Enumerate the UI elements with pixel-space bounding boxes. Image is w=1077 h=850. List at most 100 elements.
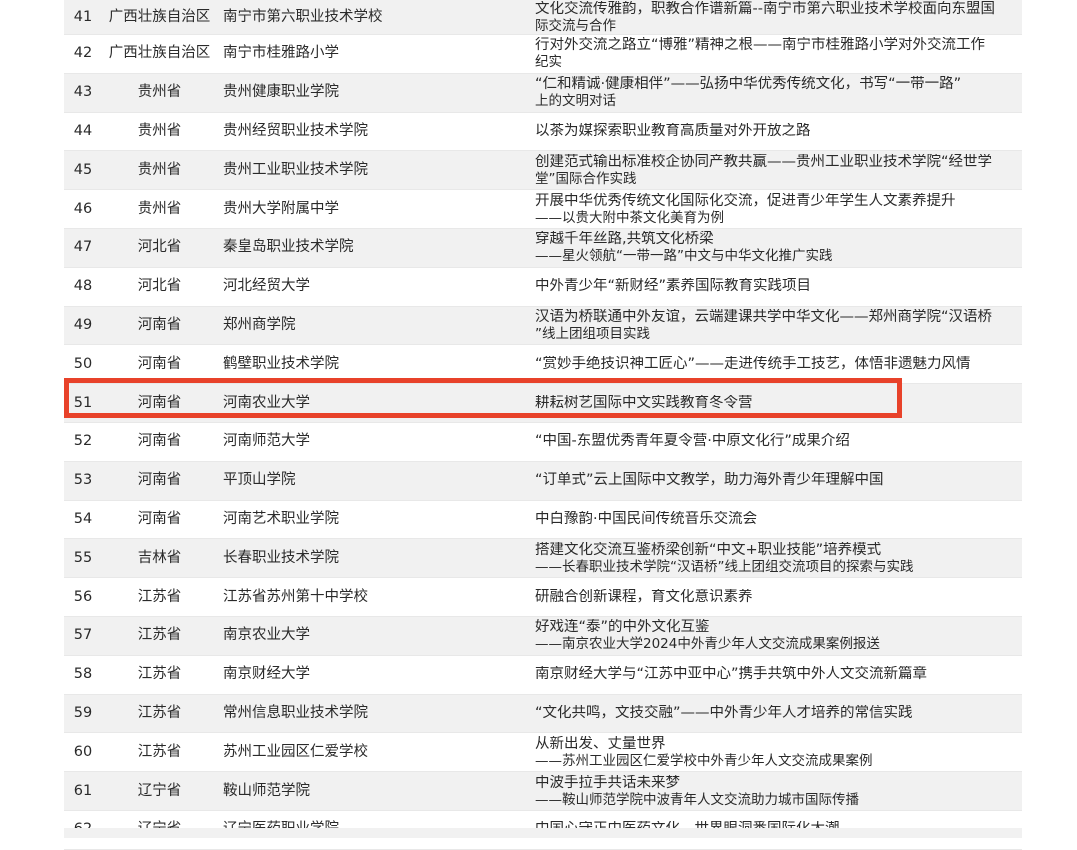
province-cell: 吉林省 bbox=[102, 538, 217, 579]
table-row: 53 河南省 平顶山学院 “订单式”云上国际中文教学，助力海外青少年理解中国 bbox=[64, 461, 1022, 501]
project-cell: 搭建文化交流互鉴桥梁创新“中文+职业技能”培养模式 ——长春职业技术学院“汉语桥”… bbox=[535, 538, 1022, 579]
row-number: 41 bbox=[64, 0, 102, 35]
table-row: 44 贵州省 贵州经贸职业技术学院 以茶为媒探索职业教育高质量对外开放之路 bbox=[64, 112, 1022, 152]
province-cell: 辽宁省 bbox=[102, 771, 217, 811]
project-title-line: 开展中华优秀传统文化国际化交流，促进青少年学生人文素养提升 bbox=[535, 192, 956, 209]
school-cell: 鞍山师范学院 bbox=[217, 771, 535, 811]
project-cell: 文化交流传雅韵，职教合作谱新篇--南宁市第六职业技术学校面向东盟国 际交流与合作 bbox=[535, 0, 1022, 35]
table-row: 45 贵州省 贵州工业职业技术学院 创建范式输出标准校企协同产教共赢——贵州工业职业技… bbox=[64, 150, 1022, 191]
table-row: 56 江苏省 江苏省苏州第十中学校 研融合创新课程，育文化意识素养 bbox=[64, 577, 1022, 617]
row-number: 60 bbox=[64, 732, 102, 773]
province-cell: 河北省 bbox=[102, 228, 217, 268]
project-title-line: “中国-东盟优秀青年夏令营·中原文化行”成果介绍 bbox=[535, 433, 850, 450]
province-cell: 贵州省 bbox=[102, 73, 217, 113]
row-number: 46 bbox=[64, 189, 102, 229]
project-title-line: 南京财经大学与“江苏中亚中心”携手共筑中外人文交流新篇章 bbox=[535, 666, 928, 683]
row-number: 52 bbox=[64, 422, 102, 462]
project-cell: 穿越千年丝路,共筑文化桥梁 ——星火领航“一带一路”中文与中华文化推广实践 bbox=[535, 228, 1022, 268]
project-title-line: 行对外交流之路立“博雅”精神之根——南宁市桂雅路小学对外交流工作 bbox=[535, 37, 986, 54]
row-number: 45 bbox=[64, 150, 102, 191]
school-cell: 河南艺术职业学院 bbox=[217, 500, 535, 540]
project-title-line: 研融合创新课程，育文化意识素养 bbox=[535, 588, 753, 605]
project-cell: 行对外交流之路立“博雅”精神之根——南宁市桂雅路小学对外交流工作 纪实 bbox=[535, 34, 1022, 74]
project-cell: 从新出发、丈量世界 ——苏州工业园区仁爱学校中外青少年人文交流成果案例 bbox=[535, 732, 1022, 773]
project-subtitle-line: 上的文明对话 bbox=[535, 93, 616, 110]
province-cell: 河南省 bbox=[102, 500, 217, 540]
row-number: 59 bbox=[64, 694, 102, 734]
table-row: 60 江苏省 苏州工业园区仁爱学校 从新出发、丈量世界 ——苏州工业园区仁爱学校中外青少… bbox=[64, 732, 1022, 773]
table-row: 43 贵州省 贵州健康职业学院 “仁和精诚·健康相伴”——弘扬中华优秀传统文化，书写“… bbox=[64, 73, 1022, 113]
school-cell: 南宁市桂雅路小学 bbox=[217, 34, 535, 74]
province-cell: 河南省 bbox=[102, 383, 217, 423]
project-subtitle-line: ——鞍山师范学院中波青年人文交流助力城市国际传播 bbox=[535, 791, 859, 808]
project-title-line: “仁和精诚·健康相伴”——弘扬中华优秀传统文化，书写“一带一路” bbox=[535, 76, 962, 93]
table-row: 52 河南省 河南师范大学 “中国-东盟优秀青年夏令营·中原文化行”成果介绍 bbox=[64, 422, 1022, 462]
project-title-line: 以茶为媒探索职业教育高质量对外开放之路 bbox=[535, 122, 811, 139]
province-cell: 江苏省 bbox=[102, 732, 217, 773]
project-cell: 研融合创新课程，育文化意识素养 bbox=[535, 577, 1022, 617]
row-number: 44 bbox=[64, 112, 102, 152]
school-cell: 平顶山学院 bbox=[217, 461, 535, 501]
project-title-line: “订单式”云上国际中文教学，助力海外青少年理解中国 bbox=[535, 472, 884, 489]
project-cell: 中白豫韵·中国民间传统音乐交流会 bbox=[535, 500, 1022, 540]
table-row: 55 吉林省 长春职业技术学院 搭建文化交流互鉴桥梁创新“中文+职业技能”培养模式 ——… bbox=[64, 538, 1022, 579]
school-cell: 贵州经贸职业技术学院 bbox=[217, 112, 535, 152]
project-title-line: 从新出发、丈量世界 bbox=[535, 735, 666, 752]
project-subtitle-line: 际交流与合作 bbox=[535, 17, 616, 34]
table-row: 47 河北省 秦皇岛职业技术学院 穿越千年丝路,共筑文化桥梁 ——星火领航“一带一路”中… bbox=[64, 228, 1022, 268]
school-cell: 贵州工业职业技术学院 bbox=[217, 150, 535, 191]
project-cell: 好戏连“泰”的中外文化互鉴 ——南京农业大学2024中外青少年人文交流成果案例报送 bbox=[535, 616, 1022, 656]
province-cell: 贵州省 bbox=[102, 189, 217, 229]
school-cell: 苏州工业园区仁爱学校 bbox=[217, 732, 535, 773]
province-cell: 江苏省 bbox=[102, 694, 217, 734]
province-cell: 江苏省 bbox=[102, 655, 217, 695]
province-cell: 贵州省 bbox=[102, 150, 217, 191]
project-title-line: 中外青少年“新财经”素养国际教育实践项目 bbox=[535, 278, 812, 295]
row-number: 56 bbox=[64, 577, 102, 617]
project-subtitle-line: ”线上团组项目实践 bbox=[535, 325, 650, 342]
project-cell: “订单式”云上国际中文教学，助力海外青少年理解中国 bbox=[535, 461, 1022, 501]
province-cell: 河北省 bbox=[102, 267, 217, 307]
project-title-line: 汉语为桥联通中外友谊，云端建课共学中华文化——郑州商学院“汉语桥 bbox=[535, 308, 993, 325]
province-cell: 河南省 bbox=[102, 461, 217, 501]
project-cell: “仁和精诚·健康相伴”——弘扬中华优秀传统文化，书写“一带一路” 上的文明对话 bbox=[535, 73, 1022, 113]
table-row: 46 贵州省 贵州大学附属中学 开展中华优秀传统文化国际化交流，促进青少年学生人文素养… bbox=[64, 189, 1022, 229]
row-number: 53 bbox=[64, 461, 102, 501]
province-cell: 广西壮族自治区 bbox=[102, 0, 217, 35]
award-list-table: 41 广西壮族自治区 南宁市第六职业技术学校 文化交流传雅韵，职教合作谱新篇--南宁市… bbox=[64, 0, 1022, 850]
project-title-line: 创建范式输出标准校企协同产教共赢——贵州工业职业技术学院“经世学 bbox=[535, 153, 993, 170]
project-subtitle-line: 堂”国际合作实践 bbox=[535, 170, 637, 187]
school-cell: 河南农业大学 bbox=[217, 383, 535, 423]
table-row: 42 广西壮族自治区 南宁市桂雅路小学 行对外交流之路立“博雅”精神之根——南宁市桂雅… bbox=[64, 34, 1022, 74]
school-cell: 江苏省苏州第十中学校 bbox=[217, 577, 535, 617]
province-cell: 河南省 bbox=[102, 422, 217, 462]
row-number: 55 bbox=[64, 538, 102, 579]
row-number: 49 bbox=[64, 306, 102, 346]
project-cell: 耕耘树艺国际中文实践教育冬令营 bbox=[535, 383, 1022, 423]
project-cell: 中外青少年“新财经”素养国际教育实践项目 bbox=[535, 267, 1022, 307]
row-number: 48 bbox=[64, 267, 102, 307]
school-cell: 贵州健康职业学院 bbox=[217, 73, 535, 113]
school-cell: 南京农业大学 bbox=[217, 616, 535, 656]
project-subtitle-line: ——南京农业大学2024中外青少年人文交流成果案例报送 bbox=[535, 636, 880, 653]
table-body: 41 广西壮族自治区 南宁市第六职业技术学校 文化交流传雅韵，职教合作谱新篇--南宁市… bbox=[64, 0, 1022, 850]
row-number: 54 bbox=[64, 500, 102, 540]
project-cell: 中波手拉手共话未来梦 ——鞍山师范学院中波青年人文交流助力城市国际传播 bbox=[535, 771, 1022, 811]
project-cell: 以茶为媒探索职业教育高质量对外开放之路 bbox=[535, 112, 1022, 152]
row-number: 43 bbox=[64, 73, 102, 113]
table-row: 57 江苏省 南京农业大学 好戏连“泰”的中外文化互鉴 ——南京农业大学2024中外青少… bbox=[64, 616, 1022, 656]
row-number: 42 bbox=[64, 34, 102, 74]
table-row: 49 河南省 郑州商学院 汉语为桥联通中外友谊，云端建课共学中华文化——郑州商学院“汉… bbox=[64, 306, 1022, 346]
table-row: 58 江苏省 南京财经大学 南京财经大学与“江苏中亚中心”携手共筑中外人文交流新篇章 bbox=[64, 655, 1022, 695]
project-title-line: 中白豫韵·中国民间传统音乐交流会 bbox=[535, 510, 758, 527]
project-cell: 开展中华优秀传统文化国际化交流，促进青少年学生人文素养提升 ——以贵大附中茶文化美… bbox=[535, 189, 1022, 229]
table-row: 59 江苏省 常州信息职业技术学院 “文化共鸣，文技交融”——中外青少年人才培养的常信… bbox=[64, 694, 1022, 734]
province-cell: 贵州省 bbox=[102, 112, 217, 152]
project-title-line: 好戏连“泰”的中外文化互鉴 bbox=[535, 619, 710, 636]
table-row: 61 辽宁省 鞍山师范学院 中波手拉手共话未来梦 ——鞍山师范学院中波青年人文交流助力城… bbox=[64, 771, 1022, 811]
table-row: 50 河南省 鹤壁职业技术学院 “赏妙手绝技识神工匠心”——走进传统手工技艺，体悟非遗… bbox=[64, 344, 1022, 385]
school-cell: 秦皇岛职业技术学院 bbox=[217, 228, 535, 268]
project-title-line: 耕耘树艺国际中文实践教育冬令营 bbox=[535, 394, 753, 411]
project-subtitle-line: ——长春职业技术学院“汉语桥”线上团组交流项目的探索与实践 bbox=[535, 558, 914, 575]
table-row: 51 河南省 河南农业大学 耕耘树艺国际中文实践教育冬令营 bbox=[64, 383, 1022, 423]
